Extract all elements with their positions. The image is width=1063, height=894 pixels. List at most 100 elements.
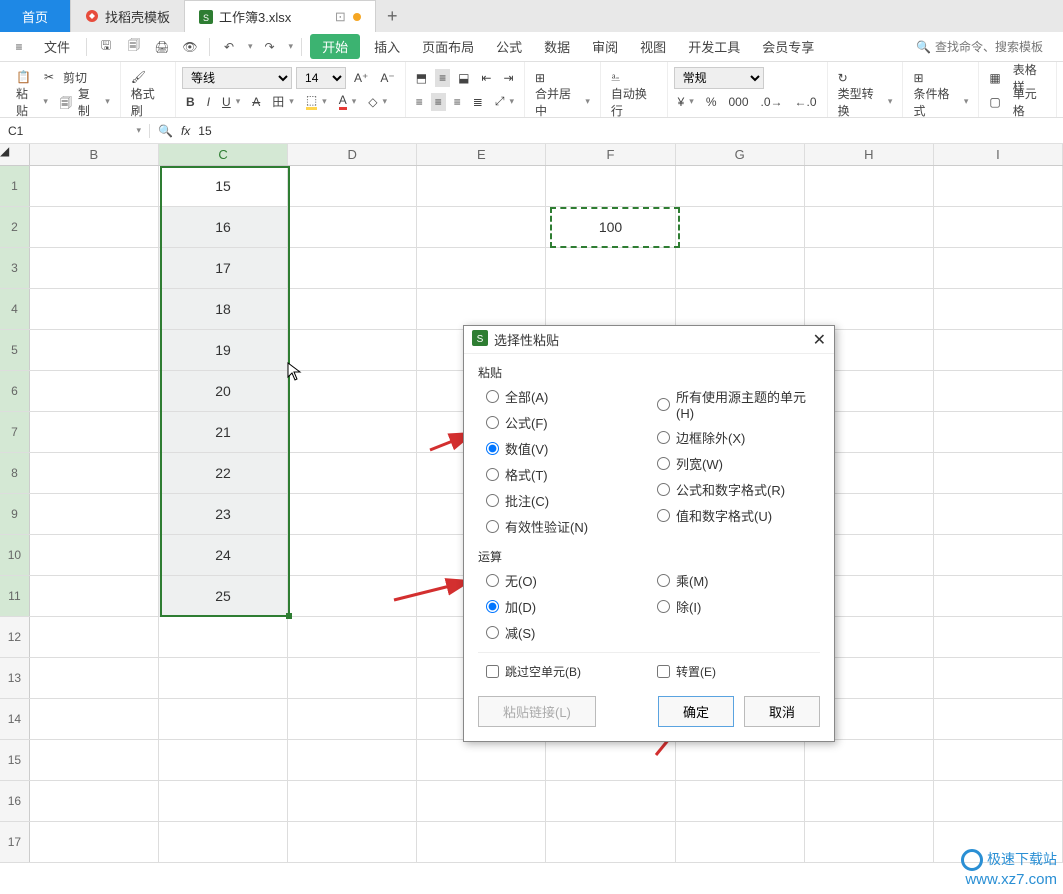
cell[interactable] [30,289,159,329]
select-all-corner[interactable]: ◢ [0,144,30,165]
ok-button[interactable]: 确定 [658,696,734,727]
cell[interactable]: 20 [159,371,288,411]
cell[interactable] [934,699,1063,739]
cell[interactable] [288,494,417,534]
name-box[interactable]: C1▾ [0,124,150,138]
cell[interactable] [30,371,159,411]
cell[interactable] [805,166,934,206]
col-I[interactable]: I [934,144,1063,165]
italic-button[interactable]: I [203,93,214,111]
cell[interactable] [288,289,417,329]
cell[interactable] [934,658,1063,698]
cell[interactable] [805,822,934,862]
radio-value[interactable]: 数值(V) [486,439,649,458]
row-7[interactable]: 7 [0,412,30,452]
cell[interactable] [159,617,288,657]
wrap-button[interactable]: 自动换行 [607,83,661,121]
cell[interactable] [934,371,1063,411]
cell[interactable] [30,699,159,739]
size-select[interactable]: 14 [296,67,346,89]
row-8[interactable]: 8 [0,453,30,493]
cell[interactable] [934,330,1063,370]
row-9[interactable]: 9 [0,494,30,534]
file-menu[interactable]: 文件 [36,37,78,56]
tab-home[interactable]: 首页 [0,0,71,32]
cell[interactable] [288,166,417,206]
align-mid[interactable]: ≡ [435,69,450,87]
cell[interactable] [805,289,934,329]
bold-button[interactable]: B [182,93,199,111]
row-15[interactable]: 15 [0,740,30,780]
cell[interactable]: 17 [159,248,288,288]
cell[interactable] [934,248,1063,288]
col-F[interactable]: F [546,144,675,165]
check-skip-blank[interactable]: 跳过空单元(B) [478,663,649,680]
row-6[interactable]: 6 [0,371,30,411]
indent-dec[interactable]: ⇤ [477,69,495,87]
cell[interactable] [30,781,159,821]
cell[interactable] [676,289,805,329]
number-format[interactable]: 常规 [674,67,764,89]
align-right[interactable]: ≡ [450,93,465,111]
cell[interactable] [30,330,159,370]
cell[interactable] [30,453,159,493]
radio-fm-num[interactable]: 公式和数字格式(R) [657,480,820,499]
tab-start[interactable]: 开始 [310,34,360,59]
command-search[interactable]: 🔍 [916,40,1055,54]
cell[interactable] [546,822,675,862]
cell[interactable] [30,207,159,247]
underline-button[interactable]: U▾ [218,93,244,111]
cell[interactable] [934,576,1063,616]
row-14[interactable]: 14 [0,699,30,739]
radio-col-width[interactable]: 列宽(W) [657,454,820,473]
cell[interactable] [417,781,546,821]
cell[interactable] [805,781,934,821]
cell[interactable] [417,822,546,862]
cell[interactable] [934,166,1063,206]
tab-view[interactable]: 视图 [632,37,674,56]
radio-mul[interactable]: 乘(M) [657,571,820,590]
cell[interactable] [288,699,417,739]
cell[interactable] [417,740,546,780]
cell[interactable] [288,658,417,698]
cell[interactable] [546,289,675,329]
cell[interactable] [676,740,805,780]
cell[interactable] [805,740,934,780]
cell[interactable] [288,740,417,780]
row-2[interactable]: 2 [0,207,30,247]
align-bot[interactable]: ⬓ [454,69,473,87]
cell[interactable] [934,781,1063,821]
cell[interactable] [288,822,417,862]
cell[interactable] [676,781,805,821]
cell[interactable] [934,289,1063,329]
cell[interactable] [159,740,288,780]
save-icon[interactable]: 🖫 [95,36,117,58]
new-tab-button[interactable]: + [376,0,408,32]
menu-icon[interactable]: ≡ [8,36,30,58]
cond-fmt[interactable]: 条件格式▾ [909,83,972,121]
dec-dec[interactable]: ←.0 [791,93,821,111]
cell[interactable] [30,617,159,657]
cell[interactable] [288,412,417,452]
cell[interactable] [934,453,1063,493]
cell[interactable] [288,576,417,616]
cell[interactable] [30,248,159,288]
search-input[interactable] [935,40,1055,54]
radio-src-theme[interactable]: 所有使用源主题的单元(H) [657,387,820,421]
cell[interactable]: 100 [546,207,675,247]
cell[interactable] [288,453,417,493]
cell[interactable] [159,658,288,698]
zoom-icon[interactable]: 🔍 [158,124,173,138]
cell[interactable] [288,248,417,288]
inc-dec[interactable]: .0→ [757,93,787,111]
cell[interactable] [676,166,805,206]
cell[interactable] [934,535,1063,575]
cell[interactable] [288,535,417,575]
print-icon[interactable]: 🖨 [151,36,173,58]
cell[interactable] [30,535,159,575]
radio-all[interactable]: 全部(A) [486,387,649,406]
font-select[interactable]: 等线 [182,67,292,89]
cell[interactable] [30,412,159,452]
cell[interactable]: 19 [159,330,288,370]
row-17[interactable]: 17 [0,822,30,862]
